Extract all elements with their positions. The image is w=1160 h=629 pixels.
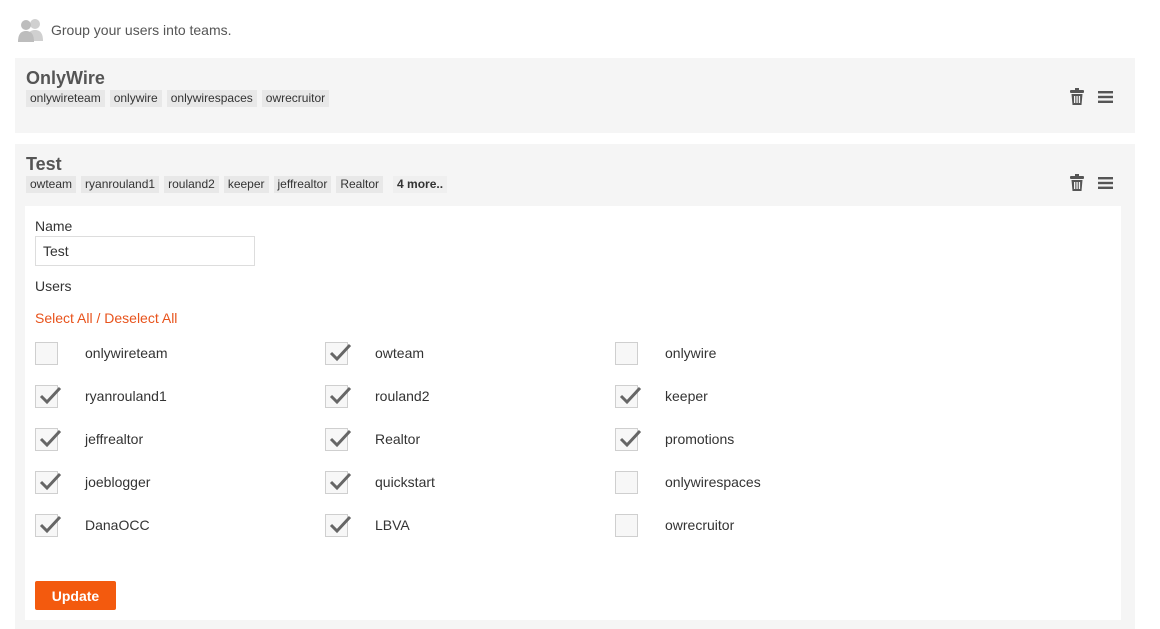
user-checkbox[interactable] — [35, 384, 62, 408]
select-all-link[interactable]: Select All — [35, 310, 93, 326]
more-tags-link[interactable]: 4 more.. — [393, 176, 448, 193]
checkmark-icon — [39, 386, 62, 404]
select-links: Select All / Deselect All — [35, 310, 177, 326]
user-option[interactable]: Realtor — [325, 427, 420, 451]
user-checkbox[interactable] — [615, 470, 638, 494]
intro: Group your users into teams. — [17, 18, 232, 42]
user-tag: onlywire — [109, 90, 162, 107]
team-name: OnlyWire — [26, 68, 105, 88]
user-option-label: onlywire — [665, 345, 717, 361]
menu-icon[interactable] — [1098, 176, 1113, 189]
user-tag: onlywirespaces — [166, 90, 257, 107]
team-card-test[interactable]: Test owteam ryanrouland1 rouland2 keeper… — [15, 144, 1135, 629]
user-option-label: keeper — [665, 388, 708, 404]
trash-icon[interactable] — [1070, 88, 1084, 105]
user-option[interactable]: keeper — [615, 384, 708, 408]
checkmark-icon — [329, 515, 352, 533]
user-option-label: owrecruitor — [665, 517, 735, 533]
checkmark-icon — [329, 386, 352, 404]
user-tag: Realtor — [336, 176, 384, 193]
user-checkbox[interactable] — [35, 341, 58, 365]
user-tag: owrecruitor — [261, 90, 330, 107]
user-option-label: joeblogger — [85, 474, 151, 490]
user-checkbox[interactable] — [325, 470, 352, 494]
card-actions — [1070, 174, 1113, 191]
trash-icon[interactable] — [1070, 174, 1084, 191]
team-tags: owteam ryanrouland1 rouland2 keeper jeff… — [26, 176, 452, 193]
user-option-label: onlywireteam — [85, 345, 168, 361]
checkmark-icon — [329, 472, 352, 490]
user-option[interactable]: LBVA — [325, 513, 410, 537]
user-checkbox[interactable] — [325, 341, 352, 365]
user-checkbox[interactable] — [325, 427, 352, 451]
user-tag: onlywireteam — [26, 90, 105, 107]
user-option[interactable]: onlywire — [615, 341, 716, 365]
deselect-all-link[interactable]: Deselect All — [104, 310, 177, 326]
user-option[interactable]: rouland2 — [325, 384, 430, 408]
update-button[interactable]: Update — [35, 581, 116, 610]
user-tag: keeper — [223, 176, 269, 193]
user-checkbox[interactable] — [615, 341, 638, 365]
checkmark-icon — [329, 343, 352, 361]
user-option[interactable]: promotions — [615, 427, 734, 451]
user-option[interactable]: quickstart — [325, 470, 435, 494]
user-checkbox[interactable] — [615, 427, 642, 451]
user-option-label: rouland2 — [375, 388, 430, 404]
team-edit-form: Name Users Select All / Deselect All onl… — [25, 206, 1121, 620]
user-tag: rouland2 — [164, 176, 219, 193]
team-tags: onlywireteam onlywire onlywirespaces owr… — [26, 90, 334, 107]
user-tag: jeffrealtor — [273, 176, 332, 193]
link-separator: / — [92, 310, 105, 326]
user-option[interactable]: owrecruitor — [615, 513, 734, 537]
user-option-label: quickstart — [375, 474, 435, 490]
checkmark-icon — [619, 429, 642, 447]
user-option[interactable]: jeffrealtor — [35, 427, 143, 451]
team-name: Test — [26, 154, 62, 174]
user-option-label: ryanrouland1 — [85, 388, 167, 404]
user-option[interactable]: joeblogger — [35, 470, 150, 494]
menu-icon[interactable] — [1098, 90, 1113, 103]
user-option-label: DanaOCC — [85, 517, 150, 533]
users-icon — [18, 19, 43, 42]
name-label: Name — [35, 218, 73, 234]
user-checkbox[interactable] — [35, 470, 62, 494]
user-option-label: LBVA — [375, 517, 410, 533]
user-option-label: jeffrealtor — [85, 431, 144, 447]
users-label: Users — [35, 278, 72, 294]
card-actions — [1070, 88, 1113, 105]
user-option[interactable]: onlywirespaces — [615, 470, 761, 494]
user-checkbox[interactable] — [35, 513, 62, 537]
checkmark-icon — [619, 386, 642, 404]
user-option[interactable]: ryanrouland1 — [35, 384, 167, 408]
user-checkbox[interactable] — [615, 384, 642, 408]
checkmark-icon — [39, 515, 62, 533]
user-option-label: promotions — [665, 431, 735, 447]
user-option-label: onlywirespaces — [665, 474, 761, 490]
checkmark-icon — [39, 429, 62, 447]
user-option[interactable]: DanaOCC — [35, 513, 150, 537]
intro-text: Group your users into teams. — [51, 22, 232, 38]
checkmark-icon — [39, 472, 62, 490]
checkmark-icon — [329, 429, 352, 447]
user-option-label: owteam — [375, 345, 425, 361]
team-card-onlywire[interactable]: OnlyWire onlywireteam onlywire onlywires… — [15, 58, 1135, 133]
user-option[interactable]: owteam — [325, 341, 424, 365]
user-option[interactable]: onlywireteam — [35, 341, 167, 365]
user-checkbox[interactable] — [325, 513, 352, 537]
user-checkbox[interactable] — [35, 427, 62, 451]
user-tag: ryanrouland1 — [81, 176, 160, 193]
user-option-label: Realtor — [375, 431, 421, 447]
user-checkbox[interactable] — [615, 513, 638, 537]
user-checkbox[interactable] — [325, 384, 352, 408]
user-tag: owteam — [26, 176, 77, 193]
team-name-input[interactable] — [35, 236, 255, 266]
